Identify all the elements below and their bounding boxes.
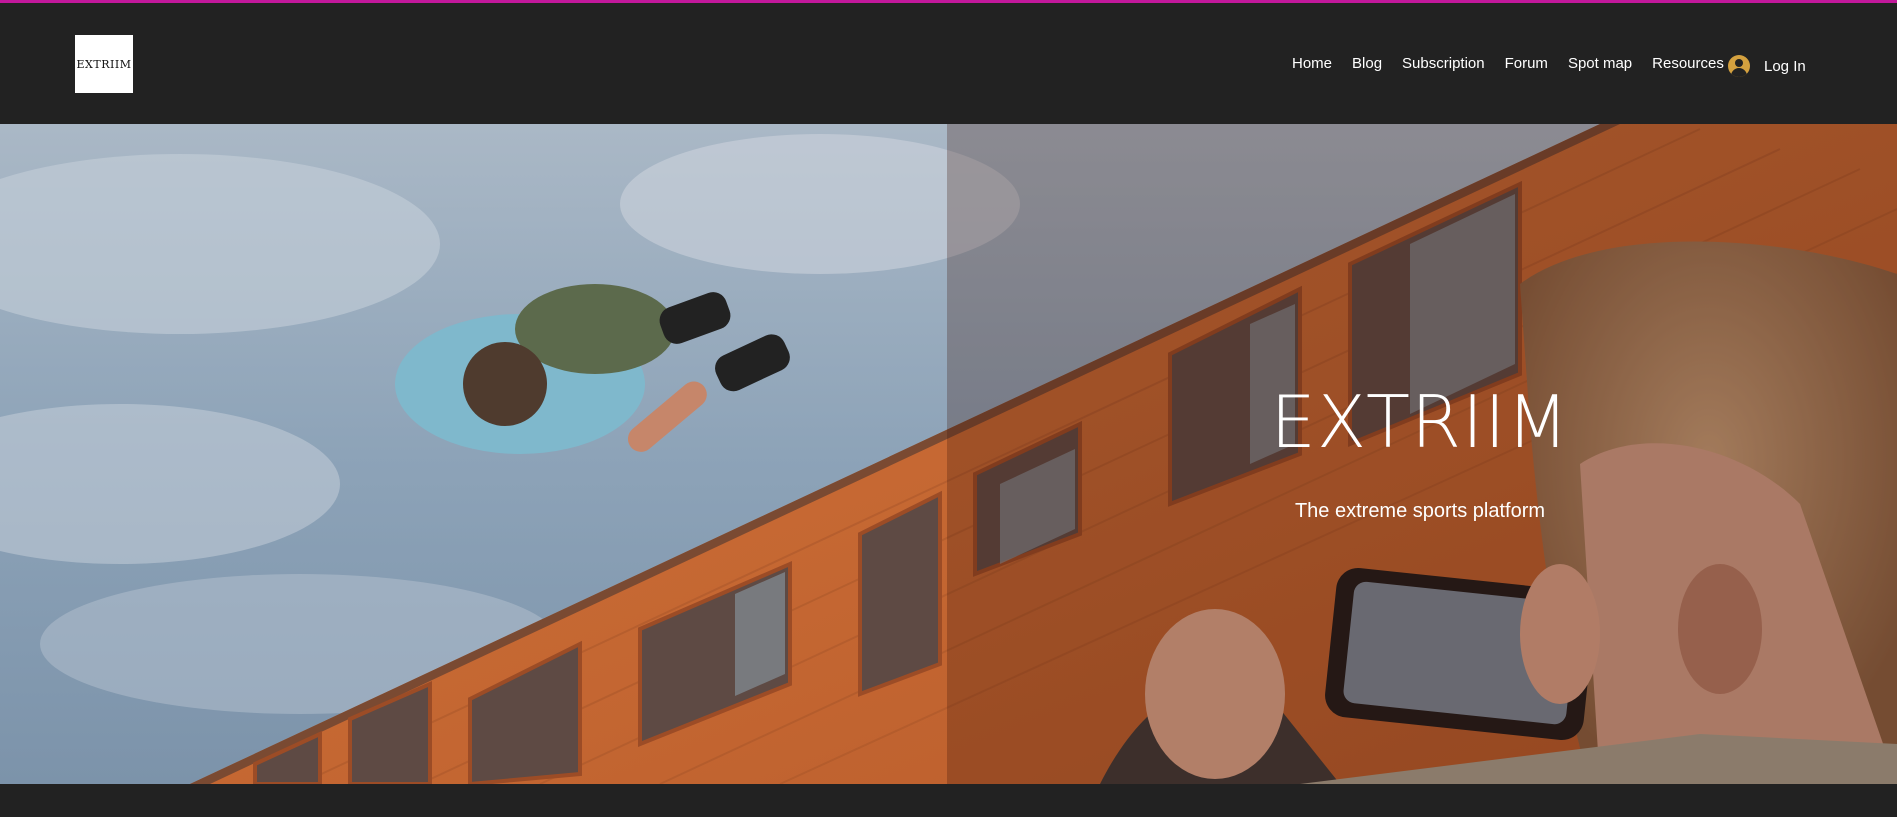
hero-title: EXTRIIM: [1270, 380, 1570, 464]
site-header: EXTRIIM Home Blog Subscription Forum Spo…: [0, 3, 1897, 124]
nav-item-resources[interactable]: Resources: [1652, 55, 1724, 72]
nav-item-spot-map[interactable]: Spot map: [1568, 55, 1632, 72]
user-avatar-icon: [1728, 55, 1750, 77]
nav-item-home[interactable]: Home: [1292, 55, 1332, 72]
site-logo[interactable]: EXTRIIM: [75, 35, 133, 93]
login-label: Log In: [1764, 57, 1806, 75]
login-button[interactable]: Log In: [1728, 55, 1806, 77]
nav-item-subscription[interactable]: Subscription: [1402, 55, 1485, 72]
bottom-strip: [0, 784, 1897, 817]
hero-banner: EXTRIIM The extreme sports platform: [0, 124, 1897, 784]
nav-item-blog[interactable]: Blog: [1352, 55, 1382, 72]
main-nav: Home Blog Subscription Forum Spot map Re…: [1292, 55, 1744, 72]
hero-subtitle: The extreme sports platform: [1294, 500, 1546, 522]
logo-text: EXTRIIM: [76, 57, 132, 71]
nav-item-forum[interactable]: Forum: [1505, 55, 1548, 72]
